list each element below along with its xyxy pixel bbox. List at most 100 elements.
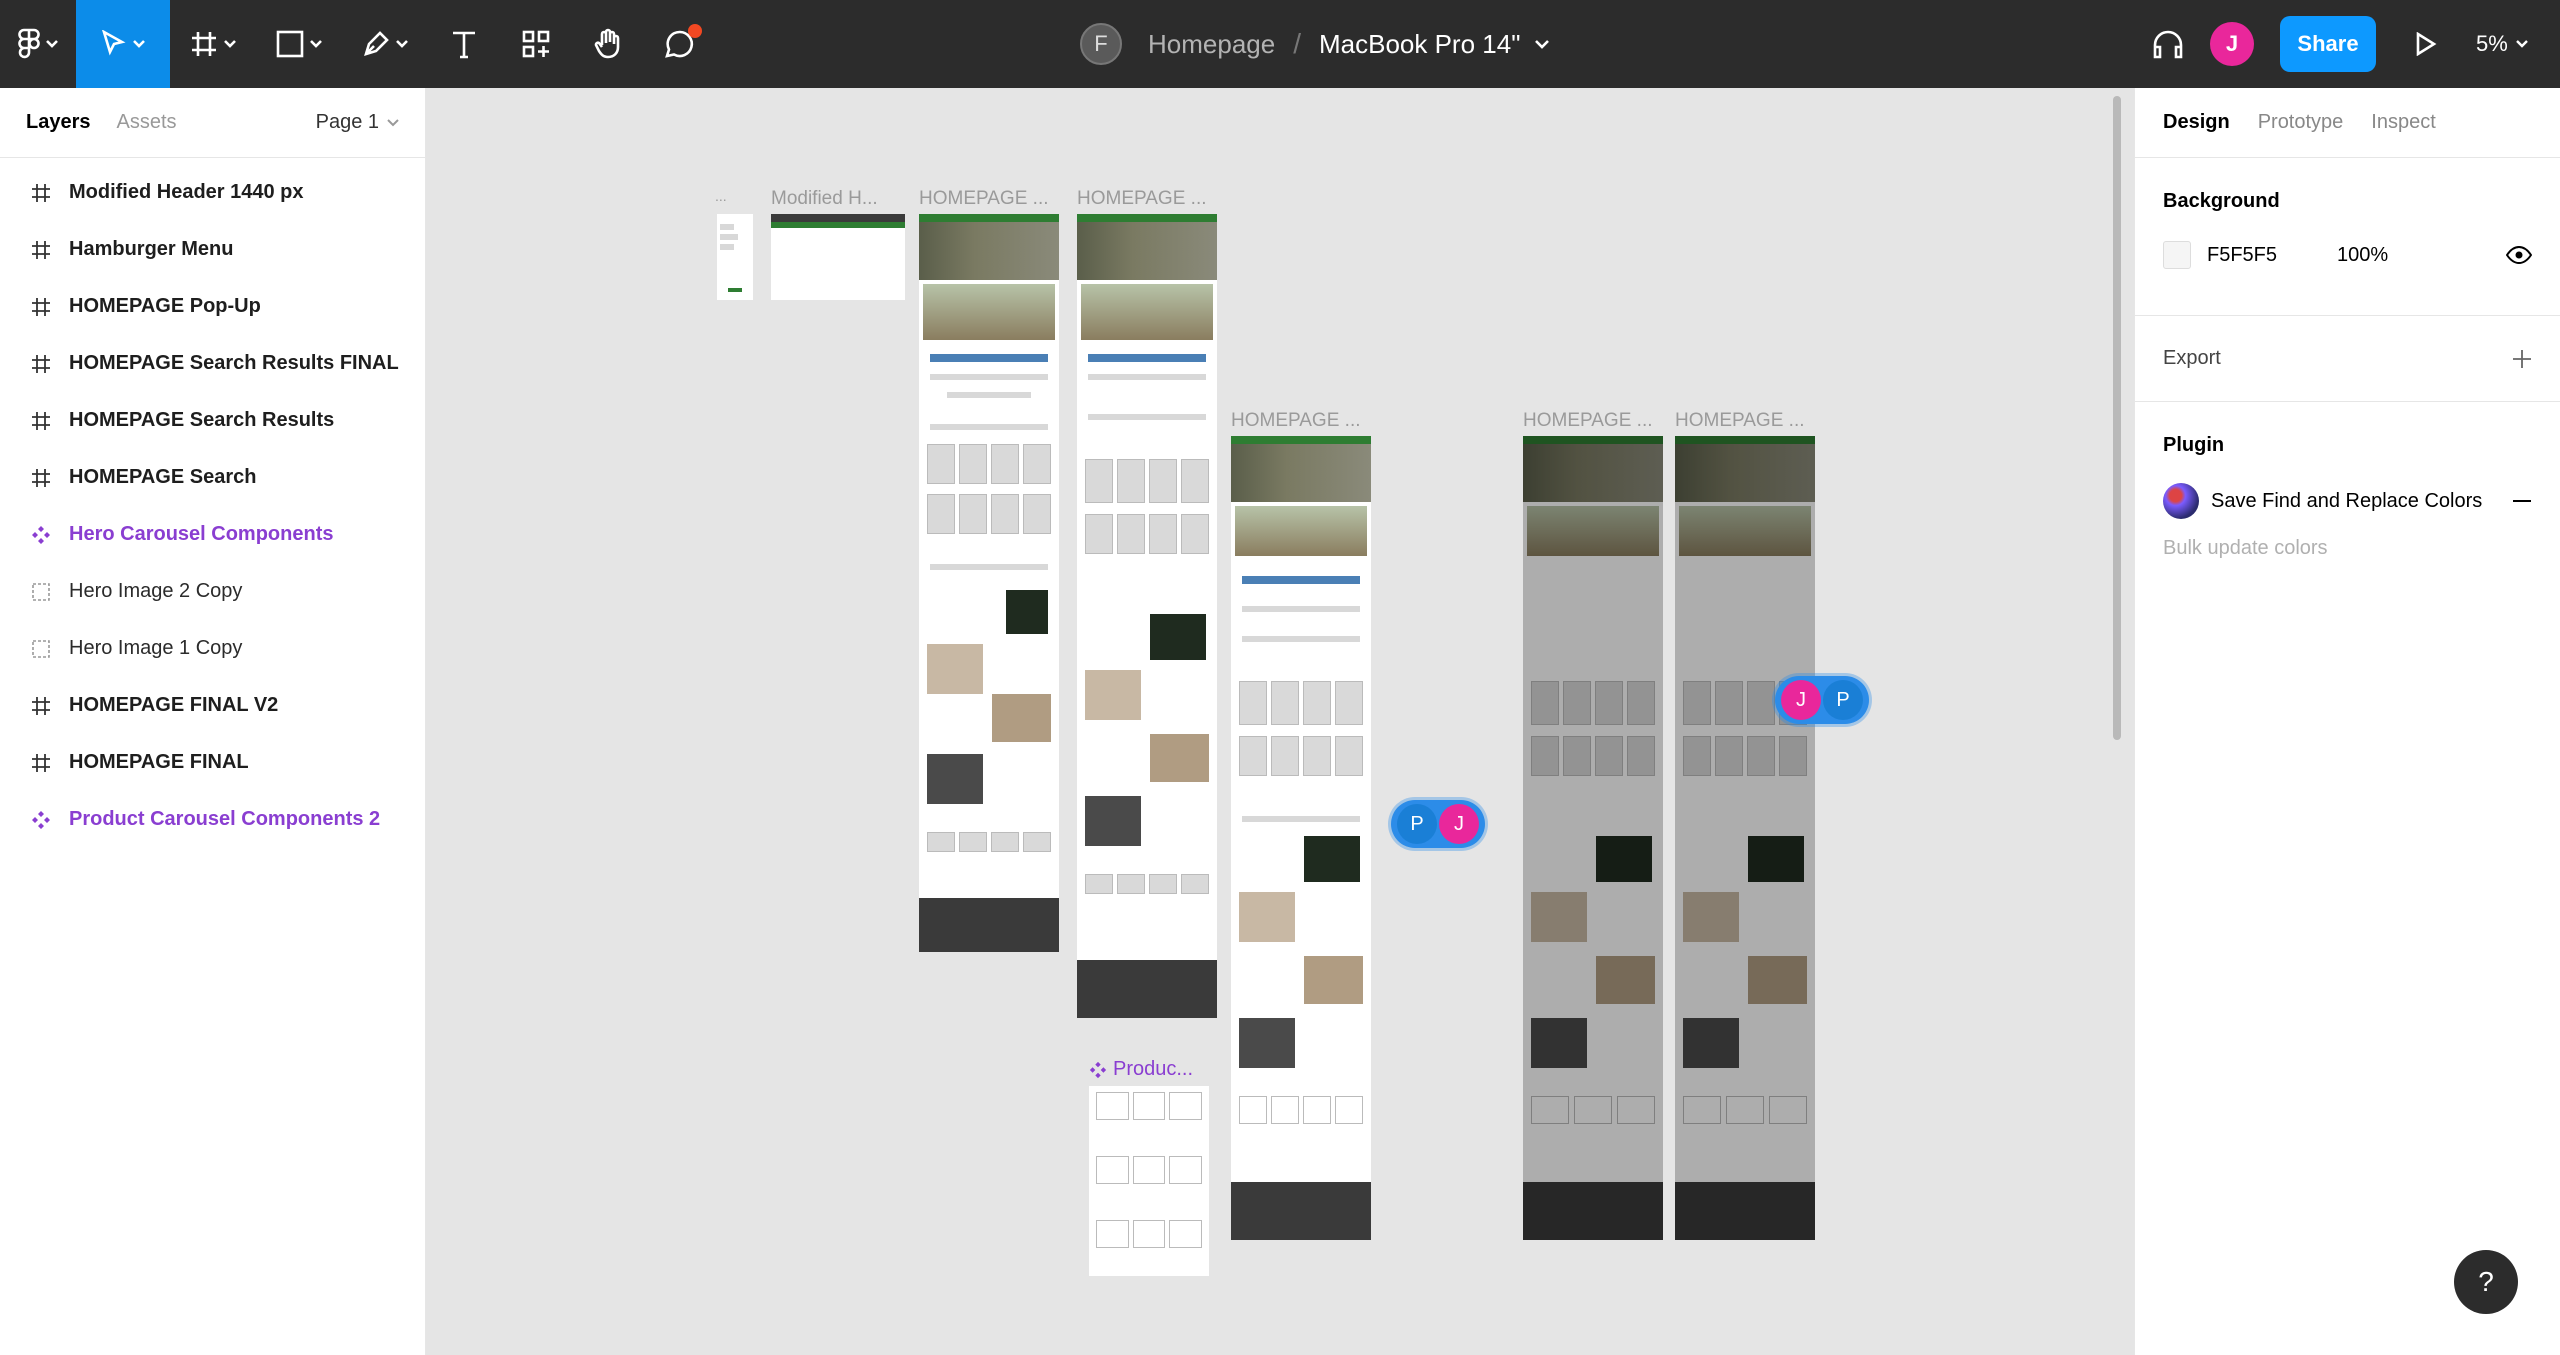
present-button[interactable] — [2376, 0, 2476, 88]
frame-homepage-3[interactable] — [1231, 436, 1371, 1240]
layer-name: HOMEPAGE Search Results — [69, 409, 335, 431]
layer-name: HOMEPAGE FINAL V2 — [69, 694, 279, 716]
background-hex[interactable]: F5F5F5 — [2207, 244, 2337, 267]
chevron-down-icon[interactable] — [1534, 39, 1550, 49]
tab-inspect[interactable]: Inspect — [2371, 111, 2435, 134]
share-button[interactable]: Share — [2280, 16, 2376, 72]
popup-overlay — [1675, 436, 1815, 1240]
pen-icon — [364, 31, 389, 56]
plugin-row[interactable]: Save Find and Replace Colors — [2163, 483, 2532, 519]
help-button[interactable]: ? — [2454, 1250, 2518, 1314]
background-section: Background F5F5F5 100% — [2135, 158, 2560, 316]
user-avatar[interactable]: J — [2210, 22, 2254, 66]
chevron-down-icon — [387, 118, 399, 126]
comment-tool-button[interactable] — [644, 0, 716, 88]
play-icon — [2416, 32, 2437, 56]
move-tool-button[interactable] — [76, 0, 170, 88]
main-menu-button[interactable] — [0, 0, 76, 88]
layer-name: Hamburger Menu — [69, 238, 234, 260]
page-selector[interactable]: Page 1 — [316, 111, 399, 134]
frame-hamburger-menu[interactable] — [717, 214, 753, 300]
layer-item[interactable]: HOMEPAGE Search — [0, 449, 425, 506]
left-panel-tabs: Layers Assets Page 1 — [0, 88, 425, 158]
layer-item[interactable]: HOMEPAGE Search Results — [0, 392, 425, 449]
component-icon — [30, 524, 52, 546]
pen-tool-button[interactable] — [342, 0, 428, 88]
tab-layers[interactable]: Layers — [26, 111, 91, 134]
frame-label[interactable]: Modified H... — [771, 188, 878, 210]
layers-panel: Layers Assets Page 1 Modified Header 144… — [0, 88, 426, 1355]
layer-name: Modified Header 1440 px — [69, 181, 304, 203]
resources-tool-button[interactable] — [500, 0, 572, 88]
file-name[interactable]: MacBook Pro 14" — [1319, 29, 1520, 60]
collaborator-cursor: P J — [1391, 800, 1485, 848]
layer-item[interactable]: Product Carousel Components 2 — [0, 791, 425, 848]
tab-prototype[interactable]: Prototype — [2258, 111, 2344, 134]
audio-button[interactable] — [2132, 0, 2204, 88]
frame-label[interactable]: HOMEPAGE ... — [1077, 188, 1207, 210]
color-swatch[interactable] — [2163, 241, 2191, 269]
chevron-down-icon — [310, 40, 322, 48]
plus-icon[interactable] — [2512, 349, 2532, 369]
layer-name: Hero Image 2 Copy — [69, 580, 243, 602]
eye-icon[interactable] — [2506, 246, 2532, 264]
chevron-down-icon — [396, 40, 408, 48]
layer-item[interactable]: Modified Header 1440 px — [0, 164, 425, 221]
layer-item[interactable]: Hamburger Menu — [0, 221, 425, 278]
frame-homepage-2[interactable] — [1077, 214, 1217, 1018]
layer-item[interactable]: Hero Image 2 Copy — [0, 563, 425, 620]
section-title: Export — [2163, 347, 2221, 369]
frame-label[interactable]: HOMEPAGE ... — [1231, 410, 1361, 432]
frame-tool-button[interactable] — [170, 0, 256, 88]
notification-dot — [688, 24, 702, 38]
layer-item[interactable]: HOMEPAGE Pop-Up — [0, 278, 425, 335]
collaborator-avatar: J — [1781, 680, 1821, 720]
frame-label[interactable]: HOMEPAGE ... — [919, 188, 1049, 210]
tab-assets[interactable]: Assets — [117, 111, 177, 134]
layer-name: HOMEPAGE FINAL — [69, 751, 249, 773]
frame-homepage-popup[interactable] — [1523, 436, 1663, 1240]
frame-homepage-search[interactable] — [1675, 436, 1815, 1240]
text-tool-button[interactable] — [428, 0, 500, 88]
frame-icon — [30, 239, 52, 261]
plugin-name: Save Find and Replace Colors — [2211, 489, 2483, 512]
text-icon — [453, 31, 475, 59]
frame-icon — [30, 296, 52, 318]
component-label[interactable]: Produc... — [1089, 1058, 1193, 1081]
figma-logo-icon — [18, 28, 40, 59]
file-badge[interactable]: F — [1080, 23, 1122, 65]
resources-icon — [522, 30, 550, 58]
frame-icon — [30, 353, 52, 375]
layer-item[interactable]: HOMEPAGE FINAL V2 — [0, 677, 425, 734]
frame-label[interactable]: HOMEPAGE ... — [1523, 410, 1653, 432]
component-label-text: Produc... — [1113, 1058, 1194, 1080]
page-selector-label: Page 1 — [315, 111, 379, 133]
layer-item[interactable]: HOMEPAGE FINAL — [0, 734, 425, 791]
hand-icon — [594, 28, 620, 59]
canvas-scrollbar[interactable] — [2113, 96, 2121, 740]
project-name[interactable]: Homepage — [1148, 29, 1275, 60]
layer-item[interactable]: Hero Image 1 Copy — [0, 620, 425, 677]
frame-icon — [30, 752, 52, 774]
shape-tool-button[interactable] — [256, 0, 342, 88]
component-icon — [1089, 1061, 1107, 1078]
frame-icon — [30, 410, 52, 432]
layer-item[interactable]: Hero Carousel Components — [0, 506, 425, 563]
frame-product-carousel[interactable] — [1089, 1086, 1209, 1276]
frame-label[interactable]: ... — [715, 188, 727, 204]
frame-modified-header[interactable] — [771, 214, 905, 300]
hand-tool-button[interactable] — [572, 0, 644, 88]
layer-name: HOMEPAGE Search Results FINAL — [69, 352, 399, 374]
minus-icon[interactable] — [2512, 499, 2532, 503]
chevron-down-icon — [46, 40, 58, 48]
background-opacity[interactable]: 100% — [2337, 244, 2388, 267]
tab-design[interactable]: Design — [2163, 111, 2230, 134]
frame-label[interactable]: HOMEPAGE ... — [1675, 410, 1805, 432]
layer-item[interactable]: HOMEPAGE Search Results FINAL — [0, 335, 425, 392]
zoom-dropdown[interactable]: 5% — [2476, 31, 2560, 57]
collaborator-cursor: J P — [1775, 676, 1869, 724]
export-section: Export — [2135, 316, 2560, 402]
frame-homepage-1[interactable] — [919, 214, 1059, 952]
collaborator-avatar: P — [1397, 804, 1437, 844]
canvas[interactable]: ... Modified H... HOMEPAGE ... HOMEPAGE … — [427, 88, 2133, 1355]
